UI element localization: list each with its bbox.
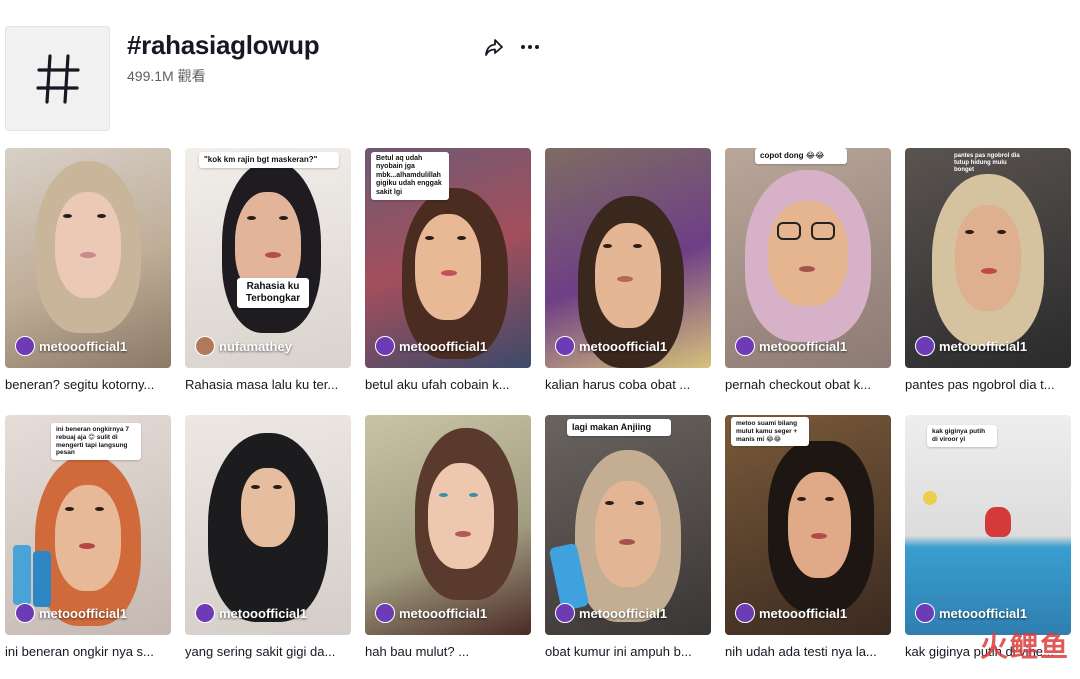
comment-bubble: metoo suami bilang mulut kamu seger + ma… bbox=[731, 417, 809, 447]
video-author[interactable]: metooofficial1 bbox=[555, 336, 667, 356]
video-caption[interactable]: yang sering sakit gigi da... bbox=[185, 644, 347, 659]
avatar bbox=[195, 336, 215, 356]
comment-bubble: Betul aq udah nyobain jga mbk...alhamdul… bbox=[371, 152, 449, 200]
more-dots-icon bbox=[521, 45, 539, 49]
video-thumbnail[interactable]: "kok km rajin bgt maskeran?" Rahasia ku … bbox=[185, 148, 351, 368]
sticker-label: Rahasia ku Terbongkar bbox=[237, 278, 309, 308]
share-icon bbox=[485, 39, 503, 56]
view-count: 499.1M 觀看 bbox=[127, 68, 206, 84]
video-card[interactable]: metooofficial1 yang sering sakit gigi da… bbox=[185, 415, 351, 659]
video-author[interactable]: nufamathey bbox=[195, 336, 292, 356]
video-card[interactable]: metooofficial1 kalian harus coba obat ..… bbox=[545, 148, 711, 392]
share-button[interactable] bbox=[483, 36, 505, 58]
avatar bbox=[915, 336, 935, 356]
comment-bubble: copot dong 😂😂 bbox=[755, 148, 847, 164]
hashtag-header: #rahasiaglowup 499.1M 觀看 bbox=[5, 26, 565, 132]
author-name: nufamathey bbox=[219, 338, 292, 354]
video-caption[interactable]: obat kumur ini ampuh b... bbox=[545, 644, 707, 659]
avatar bbox=[555, 603, 575, 623]
video-caption[interactable]: betul aku ufah cobain k... bbox=[365, 377, 527, 392]
video-caption[interactable]: Rahasia masa lalu ku ter... bbox=[185, 377, 347, 392]
video-author[interactable]: metooofficial1 bbox=[735, 336, 847, 356]
video-card[interactable]: metoo suami bilang mulut kamu seger + ma… bbox=[725, 415, 891, 659]
header-actions bbox=[483, 36, 541, 58]
video-card[interactable]: pantes pas ngobrol dia tutup hidung mulu… bbox=[905, 148, 1071, 392]
video-author[interactable]: metooofficial1 bbox=[735, 603, 847, 623]
comment-bubble: lagi makan Anjiing bbox=[567, 419, 671, 436]
avatar bbox=[735, 603, 755, 623]
comment-bubble: ini beneran ongkirnya 7 rebuaj aja 😊 sul… bbox=[51, 423, 141, 461]
avatar bbox=[15, 336, 35, 356]
video-thumbnail[interactable]: ini beneran ongkirnya 7 rebuaj aja 😊 sul… bbox=[5, 415, 171, 635]
page-title: #rahasiaglowup bbox=[127, 30, 320, 60]
video-thumbnail[interactable]: kak giginya putih di viroor yi metoooffi… bbox=[905, 415, 1071, 635]
video-author[interactable]: metooofficial1 bbox=[195, 603, 307, 623]
author-name: metooofficial1 bbox=[759, 338, 848, 354]
avatar bbox=[15, 603, 35, 623]
author-name: metooofficial1 bbox=[219, 605, 308, 621]
video-author[interactable]: metooofficial1 bbox=[915, 603, 1027, 623]
video-thumbnail[interactable]: metooofficial1 bbox=[5, 148, 171, 368]
video-caption[interactable]: ini beneran ongkir nya s... bbox=[5, 644, 167, 659]
author-name: metooofficial1 bbox=[39, 338, 128, 354]
video-author[interactable]: metooofficial1 bbox=[375, 336, 487, 356]
video-thumbnail[interactable]: metooofficial1 bbox=[545, 148, 711, 368]
avatar bbox=[735, 336, 755, 356]
hashtag-icon bbox=[35, 53, 80, 104]
avatar bbox=[375, 603, 395, 623]
author-name: metooofficial1 bbox=[579, 338, 668, 354]
author-name: metooofficial1 bbox=[39, 605, 128, 621]
hashtag-icon-box bbox=[5, 26, 110, 131]
video-thumbnail[interactable]: copot dong 😂😂 metooofficial1 bbox=[725, 148, 891, 368]
more-options-button[interactable] bbox=[519, 36, 541, 58]
author-name: metooofficial1 bbox=[939, 338, 1028, 354]
video-caption[interactable]: kalian harus coba obat ... bbox=[545, 377, 707, 392]
video-card[interactable]: kak giginya putih di viroor yi metoooffi… bbox=[905, 415, 1071, 659]
avatar bbox=[375, 336, 395, 356]
video-thumbnail[interactable]: pantes pas ngobrol dia tutup hidung mulu… bbox=[905, 148, 1071, 368]
comment-bubble: "kok km rajin bgt maskeran?" bbox=[199, 152, 339, 168]
video-card[interactable]: Betul aq udah nyobain jga mbk...alhamdul… bbox=[365, 148, 531, 392]
comment-bubble: kak giginya putih di viroor yi bbox=[927, 425, 997, 447]
video-caption[interactable]: hah bau mulut? ... bbox=[365, 644, 527, 659]
video-thumbnail[interactable]: lagi makan Anjiing metooofficial1 bbox=[545, 415, 711, 635]
author-name: metooofficial1 bbox=[759, 605, 848, 621]
video-author[interactable]: metooofficial1 bbox=[555, 603, 667, 623]
author-name: metooofficial1 bbox=[399, 605, 488, 621]
avatar bbox=[555, 336, 575, 356]
video-caption[interactable]: pantes pas ngobrol dia t... bbox=[905, 377, 1067, 392]
video-card[interactable]: metooofficial1 beneran? segitu kotorny..… bbox=[5, 148, 171, 392]
video-thumbnail[interactable]: metooofficial1 bbox=[365, 415, 531, 635]
avatar bbox=[195, 603, 215, 623]
video-caption[interactable]: pernah checkout obat k... bbox=[725, 377, 887, 392]
video-thumbnail[interactable]: Betul aq udah nyobain jga mbk...alhamdul… bbox=[365, 148, 531, 368]
video-card[interactable]: ini beneran ongkirnya 7 rebuaj aja 😊 sul… bbox=[5, 415, 171, 659]
video-author[interactable]: metooofficial1 bbox=[915, 336, 1027, 356]
video-author[interactable]: metooofficial1 bbox=[375, 603, 487, 623]
video-card[interactable]: lagi makan Anjiing metooofficial1 obat k… bbox=[545, 415, 711, 659]
video-card[interactable]: "kok km rajin bgt maskeran?" Rahasia ku … bbox=[185, 148, 351, 392]
watermark-logo: 火鲤鱼 bbox=[979, 631, 1070, 662]
author-name: metooofficial1 bbox=[399, 338, 488, 354]
video-card[interactable]: metooofficial1 hah bau mulut? ... bbox=[365, 415, 531, 659]
overlay-text: pantes pas ngobrol dia tutup hidung mulu… bbox=[954, 153, 1020, 174]
video-thumbnail[interactable]: metoo suami bilang mulut kamu seger + ma… bbox=[725, 415, 891, 635]
avatar bbox=[915, 603, 935, 623]
video-author[interactable]: metooofficial1 bbox=[15, 336, 127, 356]
author-name: metooofficial1 bbox=[939, 605, 1028, 621]
video-card[interactable]: copot dong 😂😂 metooofficial1 pernah chec… bbox=[725, 148, 891, 392]
video-thumbnail[interactable]: metooofficial1 bbox=[185, 415, 351, 635]
video-author[interactable]: metooofficial1 bbox=[15, 603, 127, 623]
video-caption[interactable]: nih udah ada testi nya la... bbox=[725, 644, 887, 659]
video-caption[interactable]: beneran? segitu kotorny... bbox=[5, 377, 167, 392]
author-name: metooofficial1 bbox=[579, 605, 668, 621]
